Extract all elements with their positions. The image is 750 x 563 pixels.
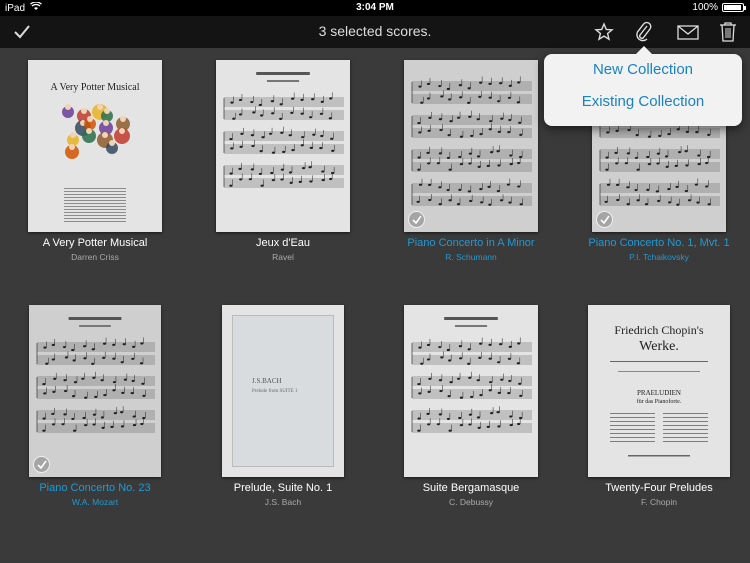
cover-line2: Prelude from SUITE 1 <box>252 389 298 394</box>
status-right: 100% <box>692 2 746 13</box>
score-item[interactable]: J.S.BACH Prelude from SUITE 1 Prelude, Sui… <box>191 305 375 515</box>
score-thumbnail[interactable] <box>29 305 161 477</box>
score-title: Jeux d'Eau <box>255 237 311 249</box>
cover-line1: J.S.BACH <box>252 377 282 385</box>
score-item[interactable]: Suite Bergamasque C. Debussy <box>379 305 563 515</box>
score-composer: Ravel <box>272 252 294 262</box>
trash-icon[interactable] <box>716 20 740 44</box>
score-composer: C. Debussy <box>449 497 493 507</box>
score-item[interactable]: Piano Concerto No. 23 W.A. Mozart <box>3 305 187 515</box>
score-thumbnail[interactable] <box>216 60 350 232</box>
score-thumbnail[interactable]: J.S.BACH Prelude from SUITE 1 <box>222 305 344 477</box>
new-collection-option[interactable]: New Collection <box>544 61 742 78</box>
score-title: Piano Concerto No. 23 <box>39 482 151 494</box>
battery-percent: 100% <box>692 2 718 13</box>
score-composer: R. Schumann <box>445 252 497 262</box>
score-composer: Darren Criss <box>71 252 119 262</box>
score-thumbnail[interactable] <box>404 305 538 477</box>
existing-collection-option[interactable]: Existing Collection <box>544 93 742 110</box>
toolbar: 3 selected scores. <box>0 16 750 48</box>
score-title: A Very Potter Musical <box>42 237 148 249</box>
score-title: Prelude, Suite No. 1 <box>233 482 333 494</box>
score-thumbnail[interactable] <box>404 60 538 232</box>
star-icon[interactable] <box>592 20 616 44</box>
battery-icon <box>722 3 746 12</box>
score-item[interactable]: Piano Concerto in A Minor R. Schumann <box>379 60 563 270</box>
selected-check-icon <box>596 211 613 228</box>
score-item[interactable]: Jeux d'Eau Ravel <box>191 60 375 270</box>
score-item[interactable]: Friedrich Chopin's Werke. PRAELUDIEN für da… <box>567 305 750 515</box>
score-composer: F. Chopin <box>641 497 677 507</box>
paperclip-icon[interactable] <box>632 20 656 44</box>
collection-popover: New Collection Existing Collection <box>544 46 742 126</box>
score-title: Piano Concerto in A Minor <box>407 237 535 249</box>
score-title: Twenty-Four Preludes <box>605 482 713 494</box>
score-title: Suite Bergamasque <box>422 482 520 494</box>
score-item[interactable]: A Very Potter Musical A Very Potter Music… <box>3 60 187 270</box>
selected-check-icon <box>408 211 425 228</box>
status-time: 3:04 PM <box>356 2 394 13</box>
score-thumbnail[interactable]: A Very Potter Musical <box>28 60 162 232</box>
score-thumbnail[interactable]: Friedrich Chopin's Werke. PRAELUDIEN für da… <box>588 305 730 477</box>
score-composer: P.I. Tchaikovsky <box>629 252 689 262</box>
score-title: Piano Concerto No. 1, Mvt. 1 <box>588 237 730 249</box>
selected-check-icon <box>33 456 50 473</box>
status-bar: iPad 3:04 PM 100% <box>0 0 750 16</box>
envelope-icon[interactable] <box>676 20 700 44</box>
score-composer: W.A. Mozart <box>71 497 119 507</box>
battery-level <box>724 5 741 10</box>
score-composer: J.S. Bach <box>264 497 302 507</box>
